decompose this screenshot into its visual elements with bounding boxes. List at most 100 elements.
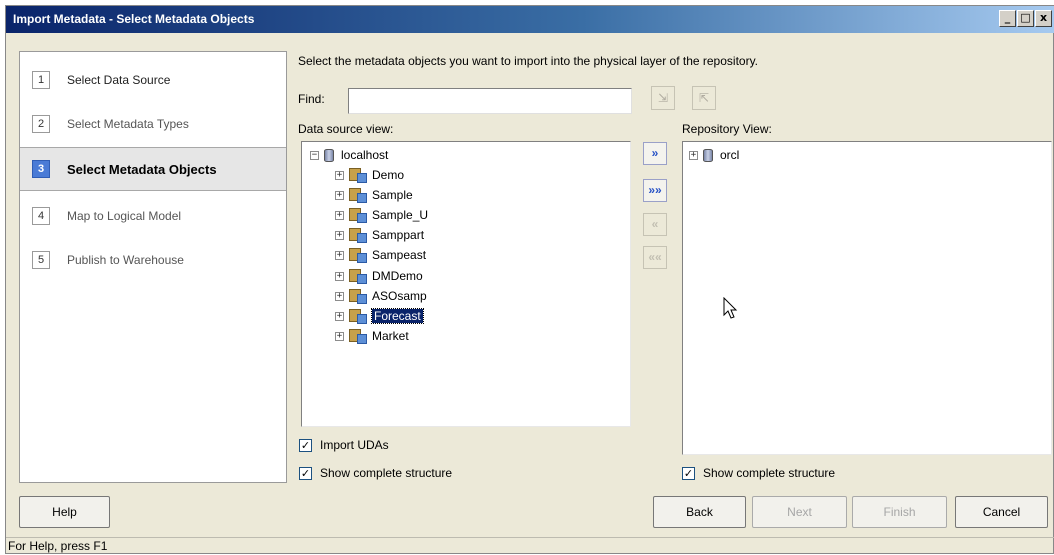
node-label: Market	[372, 329, 409, 343]
step-label: Select Metadata Types	[67, 117, 189, 131]
database-icon	[324, 148, 334, 162]
node-label: Sample_U	[372, 208, 429, 222]
expand-icon[interactable]: +	[335, 210, 344, 220]
find-next-button[interactable]: ⇲	[651, 86, 675, 110]
step-select-metadata-objects[interactable]: 3 Select Metadata Objects	[20, 147, 286, 191]
import-metadata-dialog: Import Metadata - Select Metadata Object…	[5, 5, 1054, 554]
node-label: localhost	[341, 148, 389, 162]
tree-node-sample[interactable]: + Sample	[335, 186, 413, 204]
tree-node-samppart[interactable]: + Samppart	[335, 226, 424, 244]
double-arrow-left-icon: ««	[648, 250, 662, 264]
node-label: DMDemo	[372, 269, 423, 283]
node-label: Demo	[372, 168, 405, 182]
checkbox-checked-icon: ✓	[682, 466, 695, 480]
tree-node-demo[interactable]: + Demo	[335, 166, 404, 184]
arrow-left-icon: «	[651, 217, 659, 231]
find-label: Find:	[298, 92, 325, 106]
help-button[interactable]: Help	[19, 496, 110, 528]
tree-node-dmdemo[interactable]: + DMDemo	[335, 267, 423, 285]
expand-icon[interactable]: +	[335, 291, 344, 301]
tree-node-sampeast[interactable]: + Sampeast	[335, 246, 426, 264]
cube-icon	[349, 308, 367, 324]
import-udas-checkbox[interactable]: ✓ Import UDAs	[299, 438, 389, 452]
tree-node-localhost[interactable]: − localhost	[310, 146, 388, 164]
instruction-text: Select the metadata objects you want to …	[298, 54, 759, 68]
step-label: Select Data Source	[67, 73, 171, 87]
tree-node-asosamp[interactable]: + ASOsamp	[335, 287, 427, 305]
show-complete-structure-left-checkbox[interactable]: ✓ Show complete structure	[299, 466, 452, 480]
cube-icon	[349, 167, 367, 183]
node-label: Sample	[372, 188, 413, 202]
collapse-icon[interactable]: −	[310, 150, 319, 160]
node-label: orcl	[720, 148, 740, 162]
status-bar: For Help, press F1	[6, 537, 1054, 555]
node-label: ASOsamp	[372, 289, 427, 303]
close-button[interactable]: x	[1035, 10, 1052, 27]
data-source-view-label: Data source view:	[298, 122, 394, 136]
repository-view-label: Repository View:	[682, 122, 772, 136]
mouse-cursor-icon	[723, 297, 738, 319]
data-source-tree[interactable]: − localhost + Demo + Sample + Sample_U +…	[301, 141, 631, 427]
remove-selected-button[interactable]: «	[643, 213, 667, 236]
step-number: 1	[32, 71, 50, 89]
show-complete-structure-right-checkbox[interactable]: ✓ Show complete structure	[682, 466, 835, 480]
checkbox-checked-icon: ✓	[299, 466, 312, 480]
expand-icon[interactable]: +	[335, 170, 344, 180]
checkbox-checked-icon: ✓	[299, 438, 312, 452]
expand-icon[interactable]: +	[335, 311, 344, 321]
finish-button[interactable]: Finish	[852, 496, 947, 528]
step-label: Select Metadata Objects	[67, 161, 217, 177]
tree-node-sample-u[interactable]: + Sample_U	[335, 206, 428, 224]
find-previous-button[interactable]: ⇱	[692, 86, 716, 110]
show-complete-structure-label: Show complete structure	[320, 466, 453, 480]
cube-icon	[349, 207, 367, 223]
database-icon	[703, 148, 713, 162]
back-button[interactable]: Back	[653, 496, 746, 528]
find-next-icon: ⇲	[657, 91, 669, 105]
maximize-button[interactable]: □	[1017, 10, 1034, 27]
double-arrow-right-icon: »»	[648, 183, 662, 197]
tree-node-market[interactable]: + Market	[335, 327, 409, 345]
expand-icon[interactable]: +	[335, 250, 344, 260]
wizard-steps-panel: 1 Select Data Source 2 Select Metadata T…	[19, 51, 287, 483]
cube-icon	[349, 288, 367, 304]
find-input[interactable]	[348, 88, 632, 114]
next-button[interactable]: Next	[752, 496, 847, 528]
add-all-button[interactable]: »»	[643, 179, 667, 202]
step-map-to-logical-model[interactable]: 4 Map to Logical Model	[20, 194, 286, 238]
find-previous-icon: ⇱	[698, 91, 710, 105]
expand-icon[interactable]: +	[335, 271, 344, 281]
step-number: 5	[32, 251, 50, 269]
expand-icon[interactable]: +	[335, 331, 344, 341]
window-controls: _ □ x	[999, 10, 1052, 27]
expand-icon[interactable]: +	[335, 190, 344, 200]
step-label: Publish to Warehouse	[67, 253, 184, 267]
import-udas-label: Import UDAs	[320, 438, 389, 452]
step-number: 3	[32, 160, 50, 178]
cube-icon	[349, 227, 367, 243]
cube-icon	[349, 328, 367, 344]
step-number: 2	[32, 115, 50, 133]
step-publish-to-warehouse[interactable]: 5 Publish to Warehouse	[20, 238, 286, 282]
step-label: Map to Logical Model	[67, 209, 182, 223]
step-select-data-source[interactable]: 1 Select Data Source	[20, 58, 286, 102]
arrow-right-icon: »	[651, 146, 659, 160]
title-bar: Import Metadata - Select Metadata Object…	[6, 6, 1054, 33]
show-complete-structure-label: Show complete structure	[703, 466, 836, 480]
step-select-metadata-types[interactable]: 2 Select Metadata Types	[20, 102, 286, 146]
cube-icon	[349, 268, 367, 284]
cube-icon	[349, 187, 367, 203]
node-label: Sampeast	[372, 248, 427, 262]
cube-icon	[349, 247, 367, 263]
add-selected-button[interactable]: »	[643, 142, 667, 165]
expand-icon[interactable]: +	[689, 150, 698, 160]
step-number: 4	[32, 207, 50, 225]
node-label-selected: Forecast	[371, 308, 424, 324]
node-label: Samppart	[372, 228, 425, 242]
cancel-button[interactable]: Cancel	[955, 496, 1048, 528]
remove-all-button[interactable]: ««	[643, 246, 667, 269]
tree-node-forecast[interactable]: + Forecast	[335, 307, 424, 325]
tree-node-orcl[interactable]: + orcl	[689, 146, 739, 164]
minimize-button[interactable]: _	[999, 10, 1016, 27]
expand-icon[interactable]: +	[335, 230, 344, 240]
